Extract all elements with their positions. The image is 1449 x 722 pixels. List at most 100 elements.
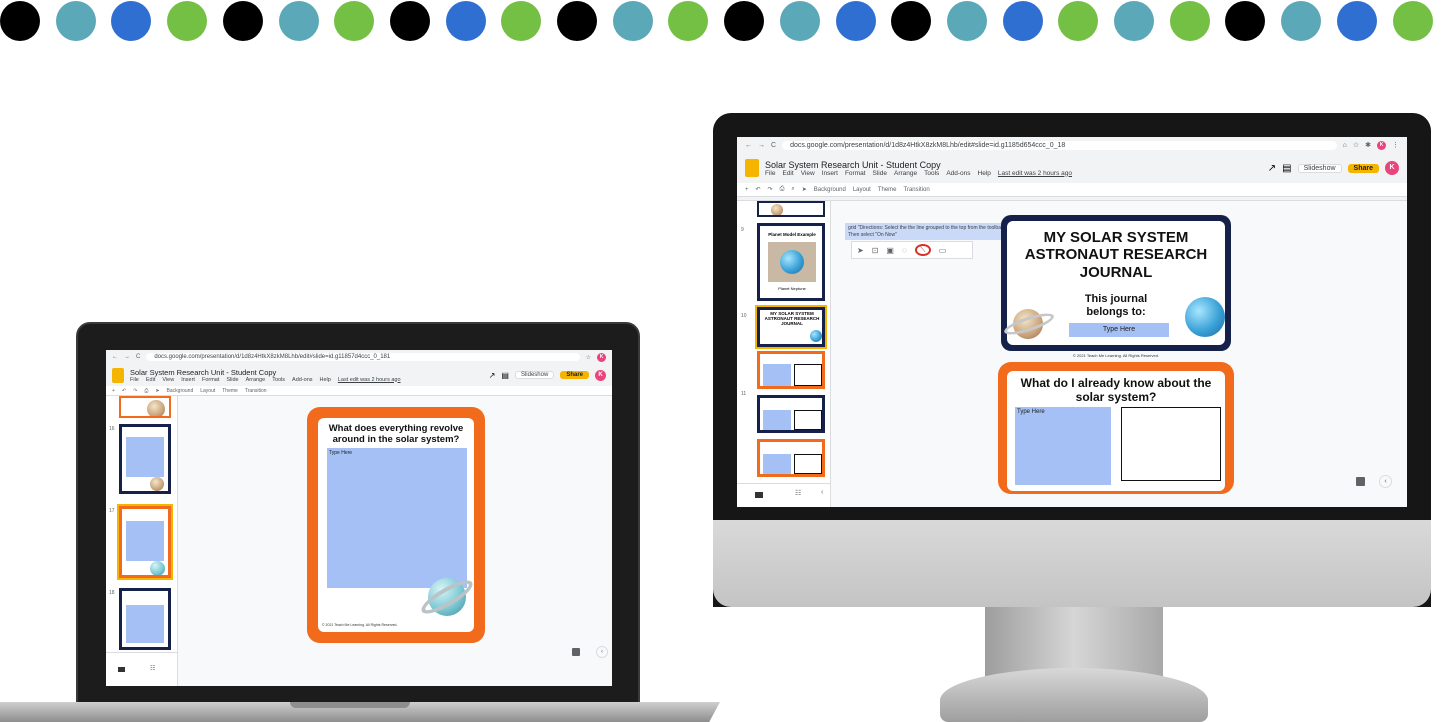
home-icon[interactable]: ⌂: [1343, 142, 1347, 149]
slideshow-button[interactable]: Slideshow: [514, 371, 555, 379]
slide-thumbnail[interactable]: [757, 351, 825, 389]
menu-item[interactable]: Add-ons: [292, 377, 313, 383]
menu-item[interactable]: File: [765, 170, 775, 177]
profile-avatar[interactable]: K: [1377, 140, 1386, 150]
comment-icon[interactable]: ▭: [939, 246, 947, 255]
document-title[interactable]: Solar System Research Unit - Student Cop…: [130, 368, 483, 377]
print-icon[interactable]: ⎙: [144, 388, 148, 394]
type-here-box[interactable]: Type Here: [1015, 407, 1111, 485]
forward-icon[interactable]: →: [758, 142, 765, 149]
menu-item[interactable]: Slide: [873, 170, 887, 177]
menu-item[interactable]: Help: [978, 170, 991, 177]
menu-item[interactable]: Format: [202, 377, 219, 383]
menu-item[interactable]: Insert: [181, 377, 195, 383]
collapse-icon[interactable]: ‹: [821, 489, 823, 496]
chevron-left-icon[interactable]: ‹: [596, 646, 608, 658]
forward-icon[interactable]: →: [124, 354, 130, 360]
toolbar-button[interactable]: Background: [814, 187, 846, 193]
back-icon[interactable]: ←: [112, 354, 118, 360]
menu-item[interactable]: Arrange: [246, 377, 266, 383]
back-icon[interactable]: ←: [745, 142, 752, 149]
type-here-box[interactable]: Type Here: [327, 448, 467, 588]
menu-item[interactable]: File: [130, 377, 139, 383]
zoom-icon[interactable]: ⌕: [791, 186, 794, 193]
slide-thumbnail[interactable]: [119, 396, 171, 418]
menu-item[interactable]: Edit: [782, 170, 793, 177]
menu-item[interactable]: View: [801, 170, 815, 177]
menu-item[interactable]: Edit: [146, 377, 155, 383]
select-icon[interactable]: ➤: [802, 186, 807, 193]
undo-icon[interactable]: ↶: [122, 388, 126, 394]
slide-thumbnail[interactable]: [757, 439, 825, 477]
slide-thumbnail[interactable]: [119, 424, 171, 494]
explore-icon[interactable]: [572, 648, 580, 656]
menu-item[interactable]: Arrange: [894, 170, 917, 177]
menu-item[interactable]: Tools: [924, 170, 939, 177]
slide-thumbnail[interactable]: [119, 588, 171, 650]
comments-icon[interactable]: ▤: [1282, 163, 1291, 174]
slide-thumbnail-selected[interactable]: [117, 504, 173, 580]
menu-item[interactable]: Help: [320, 377, 331, 383]
more-icon[interactable]: ⋮: [1392, 141, 1399, 149]
add-slide-icon[interactable]: +: [745, 187, 749, 193]
redo-icon[interactable]: ↷: [768, 186, 773, 193]
toolbar-button[interactable]: Theme: [878, 187, 897, 193]
activity-icon[interactable]: ↗: [489, 371, 496, 380]
add-slide-icon[interactable]: +: [112, 388, 115, 394]
slides-logo[interactable]: [745, 159, 759, 177]
address-bar[interactable]: docs.google.com/presentation/d/1d8z4HtkX…: [782, 140, 1337, 150]
document-title[interactable]: Solar System Research Unit - Student Cop…: [765, 160, 1262, 170]
toolbar-button[interactable]: Transition: [245, 388, 267, 394]
star-icon[interactable]: ☆: [1353, 141, 1359, 149]
name-input-box[interactable]: Type Here: [1069, 323, 1169, 337]
share-button[interactable]: Share: [1347, 163, 1379, 173]
grid-view-icon[interactable]: [118, 667, 125, 672]
slideshow-button[interactable]: Slideshow: [1297, 163, 1342, 173]
menu-item[interactable]: Add-ons: [946, 170, 970, 177]
slides-logo[interactable]: [112, 367, 124, 383]
explore-icon[interactable]: [1356, 477, 1365, 486]
undo-icon[interactable]: ↶: [756, 186, 761, 193]
line-icon[interactable]: ⟍: [914, 244, 931, 256]
reload-icon[interactable]: C: [771, 142, 776, 149]
image-icon[interactable]: ▣: [886, 246, 894, 255]
textbox-icon[interactable]: ⊡: [872, 246, 879, 255]
menu-item[interactable]: Slide: [226, 377, 238, 383]
list-view-icon[interactable]: ☷: [150, 665, 155, 672]
account-avatar[interactable]: K: [1385, 161, 1399, 175]
answer-box[interactable]: [1121, 407, 1221, 481]
shape-icon[interactable]: ◌: [902, 246, 907, 255]
star-icon[interactable]: ☆: [586, 354, 591, 361]
menu-item[interactable]: Insert: [822, 170, 838, 177]
grid-view-icon[interactable]: [755, 492, 763, 498]
menu-item[interactable]: View: [162, 377, 174, 383]
select-icon[interactable]: ➤: [155, 388, 159, 394]
print-icon[interactable]: ⎙: [780, 186, 785, 193]
share-button[interactable]: Share: [560, 371, 589, 379]
extensions-icon[interactable]: ✱: [1365, 141, 1371, 149]
toolbar-button[interactable]: Layout: [200, 388, 215, 394]
slide-thumbnail[interactable]: Planet Model Example Planet Neptune: [757, 223, 825, 301]
account-avatar[interactable]: K: [595, 369, 606, 381]
comments-icon[interactable]: ▤: [501, 371, 509, 380]
profile-avatar[interactable]: K: [597, 352, 606, 362]
slide-canvas: grid "Directions: Select the the line gr…: [831, 201, 1407, 507]
reload-icon[interactable]: C: [136, 354, 140, 360]
activity-icon[interactable]: ↗: [1268, 163, 1276, 174]
cursor-icon[interactable]: ➤: [857, 246, 864, 255]
list-view-icon[interactable]: ☷: [795, 489, 801, 497]
redo-icon[interactable]: ↷: [133, 388, 137, 394]
toolbar-button[interactable]: Layout: [853, 187, 871, 193]
last-edit-link[interactable]: Last edit was 2 hours ago: [338, 377, 401, 383]
toolbar-button[interactable]: Background: [167, 388, 194, 394]
slide-thumbnail-selected[interactable]: MY SOLAR SYSTEM ASTRONAUT RESEARCH JOURN…: [755, 305, 827, 349]
last-edit-link[interactable]: Last edit was 2 hours ago: [998, 170, 1072, 177]
menu-item[interactable]: Format: [845, 170, 866, 177]
chevron-left-icon[interactable]: ‹: [1379, 475, 1392, 488]
slide-thumbnail[interactable]: [757, 201, 825, 217]
address-bar[interactable]: docs.google.com/presentation/d/1d8z4HtkX…: [146, 353, 580, 361]
toolbar-button[interactable]: Transition: [904, 187, 930, 193]
menu-item[interactable]: Tools: [272, 377, 285, 383]
toolbar-button[interactable]: Theme: [222, 388, 238, 394]
slide-thumbnail[interactable]: [757, 395, 825, 433]
